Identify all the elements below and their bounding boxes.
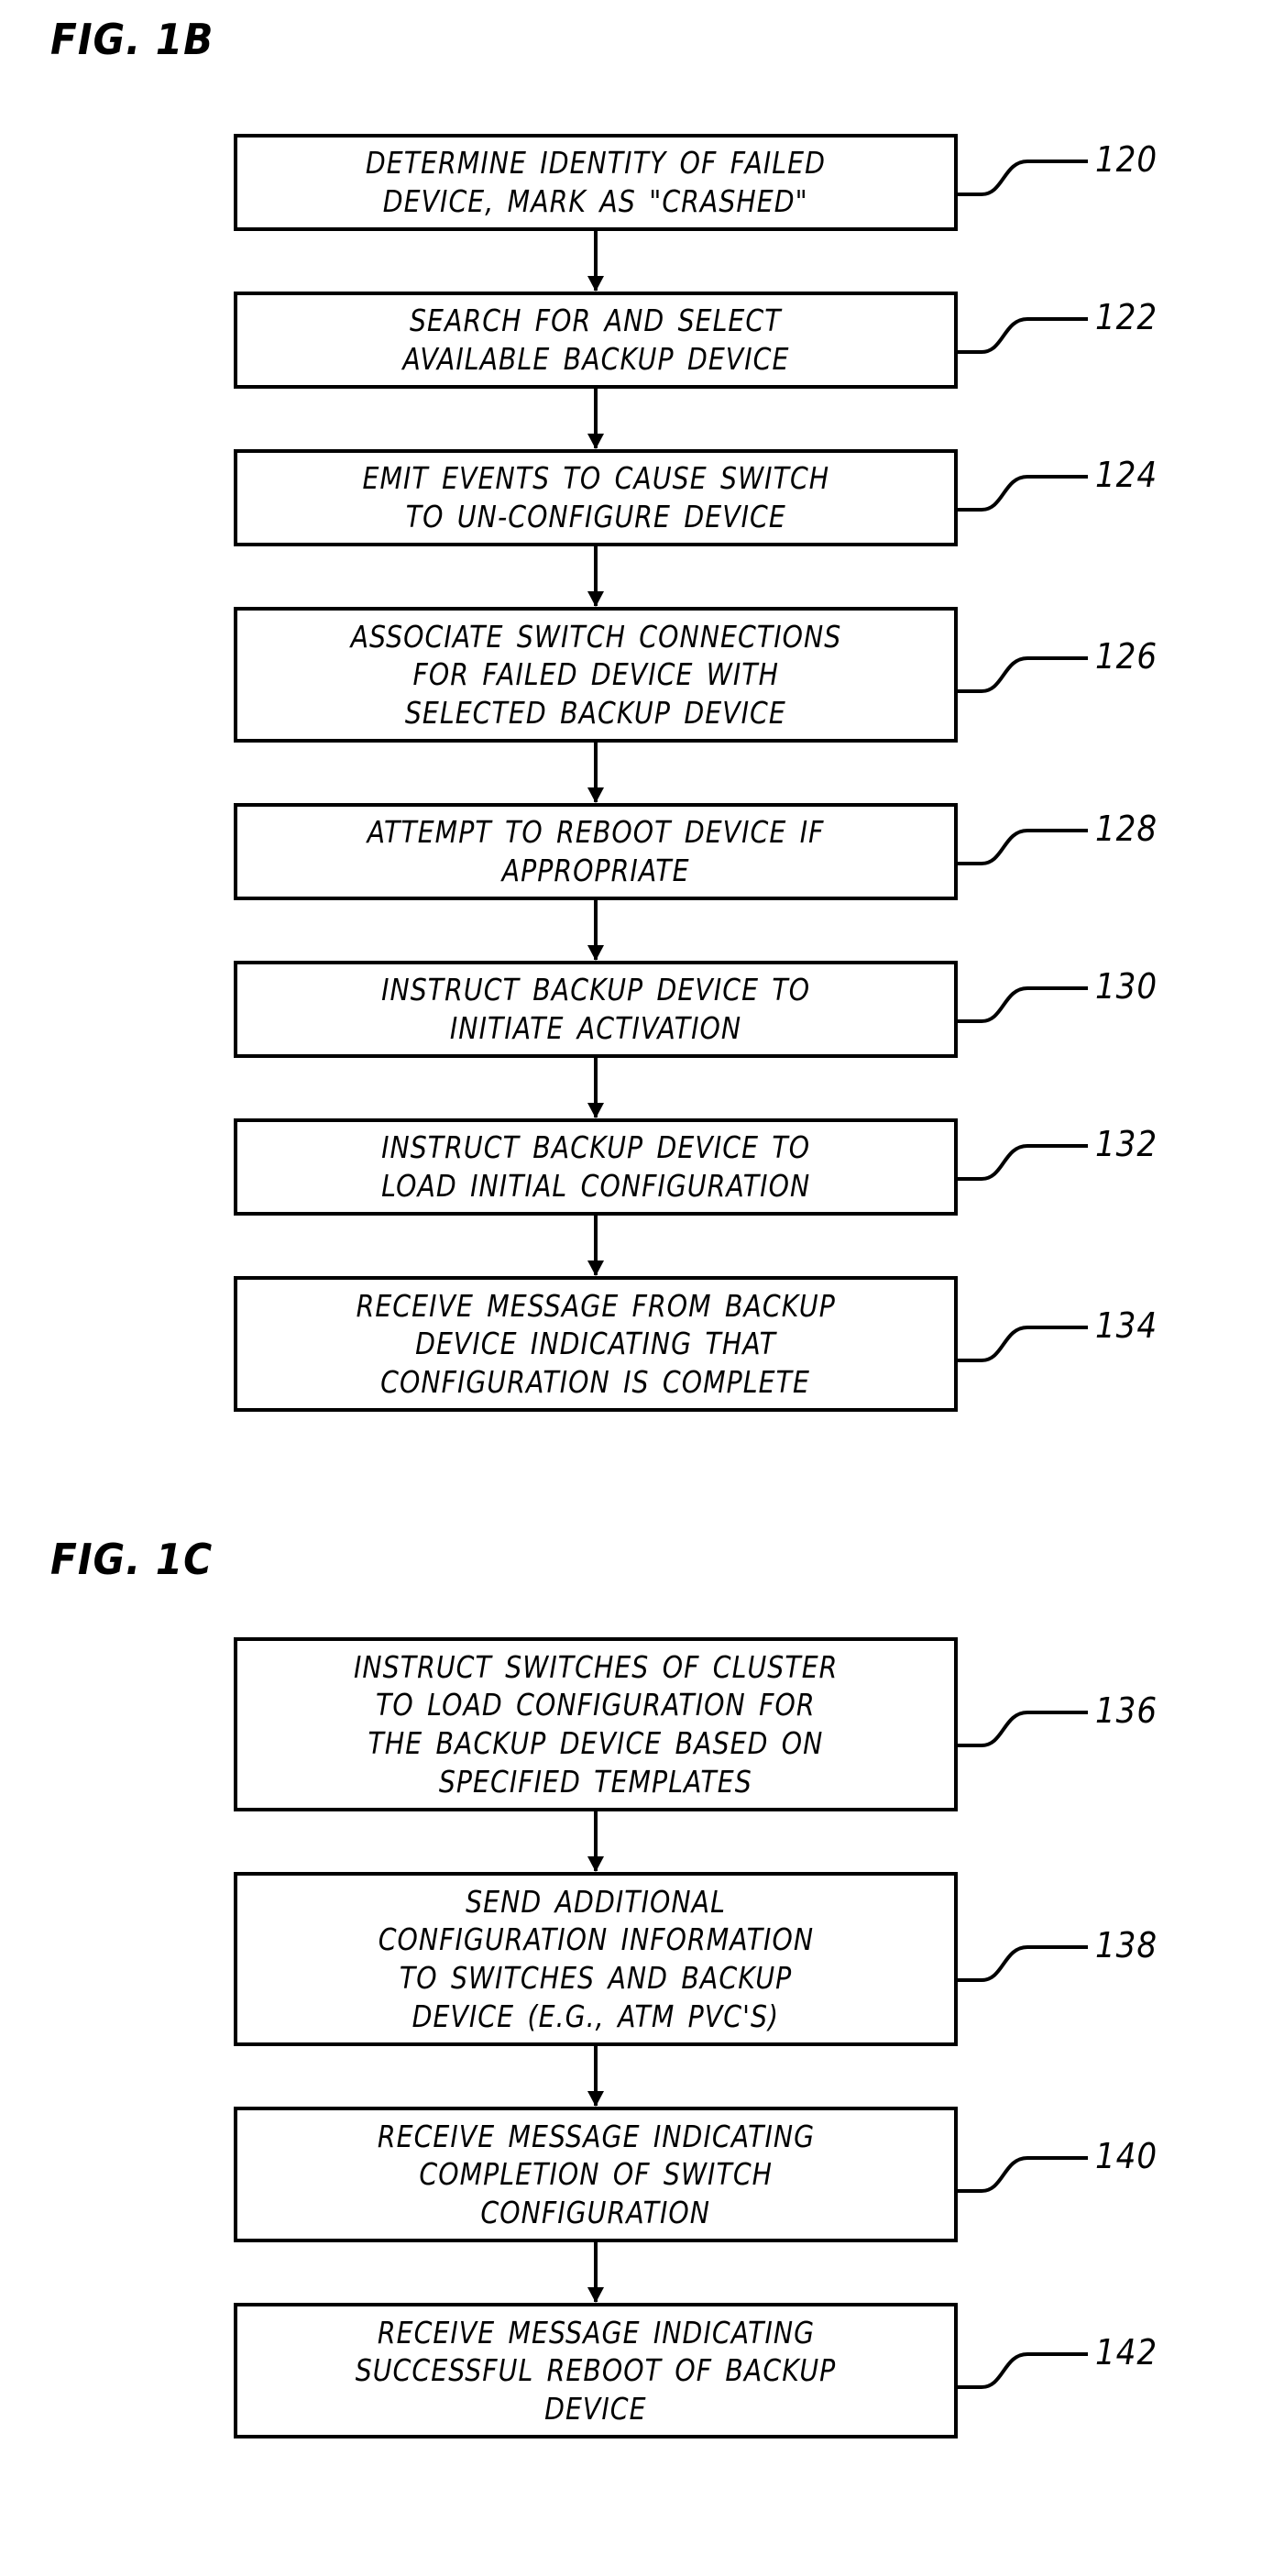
step-text-line: TO LOAD CONFIGURATION FOR	[376, 1687, 816, 1723]
step-text-line: SELECTED BACKUP DEVICE	[405, 694, 786, 731]
step-text-line: DETERMINE IDENTITY OF FAILED	[365, 145, 827, 182]
reference-numeral: 134	[1095, 1305, 1158, 1346]
reference-numeral: 136	[1095, 1690, 1158, 1731]
flow-arrow	[587, 1058, 604, 1118]
step-text-line: TO UN-CONFIGURE DEVICE	[405, 499, 786, 534]
flow-arrow	[587, 743, 604, 803]
reference-numeral: 142	[1095, 2331, 1158, 2372]
step-text-line: SEND ADDITIONAL	[466, 1883, 726, 1920]
reference-leader-line	[956, 1325, 1088, 1362]
step-text-line: APPROPRIATE	[501, 853, 690, 888]
step-text-line: DEVICE, MARK AS "CRASHED"	[383, 183, 808, 219]
reference-leader-line	[956, 1710, 1088, 1747]
step-text-line: RECEIVE MESSAGE INDICATING	[377, 2314, 815, 2350]
step-text-line: INITIATE ACTIVATION	[449, 1010, 742, 1046]
flowchart-step-126: ASSOCIATE SWITCH CONNECTIONS FOR FAILED D…	[234, 607, 958, 743]
step-text-line: EMIT EVENTS TO CAUSE SWITCH	[362, 460, 829, 497]
step-text-line: DEVICE (E.G., ATM PVC'S)	[412, 1998, 780, 2034]
figure-caption: FIG. 1C	[50, 1535, 214, 1584]
flowchart-step-134: RECEIVE MESSAGE FROM BACKUP DEVICE INDICA…	[234, 1276, 958, 1412]
reference-leader-line	[956, 316, 1088, 354]
reference-leader-line	[956, 159, 1088, 196]
step-text-line: SUCCESSFUL REBOOT OF BACKUP	[355, 2352, 837, 2389]
reference-leader-line	[956, 2155, 1088, 2193]
step-text-line: DEVICE INDICATING THAT	[415, 1326, 776, 1362]
reference-numeral: 124	[1095, 454, 1158, 495]
reference-leader-line	[956, 1944, 1088, 1982]
flowchart-step-122: SEARCH FOR AND SELECT AVAILABLE BACKUP DE…	[234, 292, 958, 389]
flowchart-step-132: INSTRUCT BACKUP DEVICE TO LOAD INITIAL CO…	[234, 1118, 958, 1216]
step-text-line: TO SWITCHES AND BACKUP	[399, 1960, 793, 1996]
reference-numeral: 128	[1095, 808, 1158, 849]
step-text-line: CONFIGURATION INFORMATION	[378, 1921, 814, 1958]
flowchart-step-128: ATTEMPT TO REBOOT DEVICE IF APPROPRIATE	[234, 803, 958, 900]
reference-numeral: 122	[1095, 296, 1158, 337]
reference-numeral: 126	[1095, 635, 1158, 677]
flowchart-step-142: RECEIVE MESSAGE INDICATING SUCCESSFUL REB…	[234, 2303, 958, 2438]
figure-caption: FIG. 1B	[50, 15, 214, 64]
reference-leader-line	[956, 828, 1088, 865]
step-text-line: COMPLETION OF SWITCH	[419, 2156, 773, 2193]
step-text-line: ATTEMPT TO REBOOT DEVICE IF	[367, 814, 825, 851]
flowchart-step-138: SEND ADDITIONAL CONFIGURATION INFORMATION…	[234, 1872, 958, 2046]
flow-arrow	[587, 1811, 604, 1872]
flowchart-step-140: RECEIVE MESSAGE INDICATING COMPLETION OF …	[234, 2107, 958, 2242]
reference-numeral: 132	[1095, 1123, 1158, 1164]
step-text-line: CONFIGURATION	[480, 2194, 711, 2230]
flow-arrow	[587, 1216, 604, 1276]
patent-drawing-sheet: FIG. 1B DETERMINE IDENTITY OF FAILED DEVIC…	[0, 0, 1262, 2576]
step-text-line: INSTRUCT BACKUP DEVICE TO	[380, 972, 811, 1008]
reference-numeral: 130	[1095, 965, 1158, 1007]
flow-arrow	[587, 546, 604, 607]
step-text-line: CONFIGURATION IS COMPLETE	[380, 1363, 811, 1400]
reference-leader-line	[956, 655, 1088, 693]
step-text-line: INSTRUCT SWITCHES OF CLUSTER	[353, 1648, 839, 1685]
reference-leader-line	[956, 985, 1088, 1023]
step-text-line: ASSOCIATE SWITCH CONNECTIONS	[350, 618, 841, 655]
step-text-line: RECEIVE MESSAGE FROM BACKUP	[356, 1287, 836, 1324]
reference-leader-line	[956, 1143, 1088, 1181]
flowchart-step-124: EMIT EVENTS TO CAUSE SWITCH TO UN-CONFIGU…	[234, 449, 958, 546]
flow-arrow	[587, 2046, 604, 2107]
step-text-line: RECEIVE MESSAGE INDICATING	[377, 2118, 815, 2154]
step-text-line: SEARCH FOR AND SELECT	[410, 303, 782, 339]
reference-numeral: 140	[1095, 2135, 1158, 2176]
reference-numeral: 138	[1095, 1924, 1158, 1965]
flow-arrow	[587, 900, 604, 961]
step-text-line: FOR FAILED DEVICE WITH	[412, 656, 779, 693]
flowchart-step-136: INSTRUCT SWITCHES OF CLUSTER TO LOAD CONF…	[234, 1637, 958, 1811]
reference-leader-line	[956, 474, 1088, 512]
step-text-line: INSTRUCT BACKUP DEVICE TO	[380, 1129, 811, 1166]
flowchart-step-120: DETERMINE IDENTITY OF FAILED DEVICE, MARK…	[234, 134, 958, 231]
flow-arrow	[587, 2242, 604, 2303]
flowchart-step-130: INSTRUCT BACKUP DEVICE TO INITIATE ACTIVA…	[234, 961, 958, 1058]
reference-leader-line	[956, 2351, 1088, 2389]
step-text-line: AVAILABLE BACKUP DEVICE	[401, 341, 790, 377]
reference-numeral: 120	[1095, 138, 1158, 180]
step-text-line: LOAD INITIAL CONFIGURATION	[380, 1168, 811, 1204]
flow-arrow	[587, 231, 604, 292]
step-text-line: DEVICE	[544, 2390, 647, 2427]
flow-arrow	[587, 389, 604, 449]
step-text-line: THE BACKUP DEVICE BASED ON	[368, 1725, 824, 1761]
step-text-line: SPECIFIED TEMPLATES	[439, 1763, 752, 1800]
